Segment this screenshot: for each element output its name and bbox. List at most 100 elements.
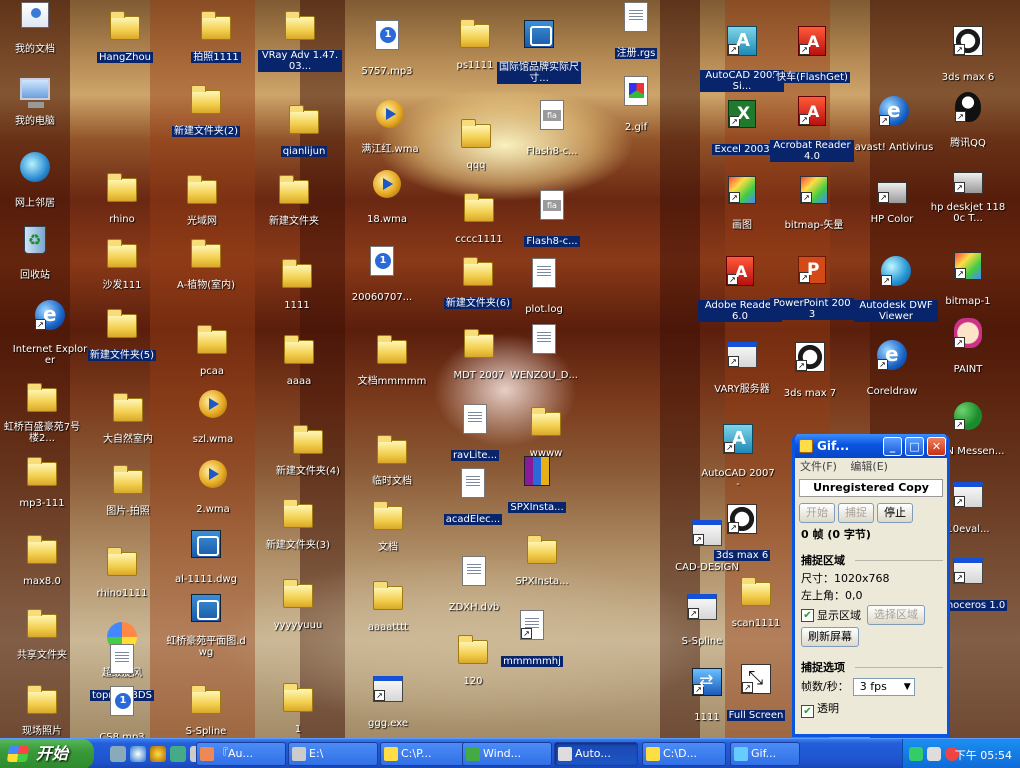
desktop-icon[interactable]: 5757.mp3 [345, 20, 429, 82]
desktop-icon[interactable]: 120 [431, 635, 515, 698]
desktop-icon[interactable]: 新建文件夹(4) [266, 425, 350, 488]
desktop-icon[interactable]: ↗ Acrobat Reader 4.0 [770, 96, 854, 162]
desktop-icon[interactable]: ↗ HP Color [850, 176, 934, 238]
desktop-icon[interactable]: 回收站 [0, 226, 77, 288]
desktop-icon[interactable]: 拍照1111 [174, 11, 258, 74]
show-area-checkbox[interactable]: ✔ [801, 608, 814, 622]
desktop-icon[interactable]: 20060707... [340, 246, 424, 308]
desktop-icon[interactable]: 文档 [346, 501, 430, 564]
desktop-icon[interactable]: ↗ hp deskjet 1180c T... [926, 166, 1010, 228]
desktop-icon[interactable]: ↗ 快车(FlashGet) [770, 26, 854, 88]
explorer-quicklaunch-icon[interactable] [170, 746, 186, 762]
tray-network-icon[interactable] [909, 747, 923, 761]
refresh-screen-button[interactable]: 刷新屏幕 [801, 627, 859, 647]
desktop-icon[interactable]: aaaa [257, 335, 341, 398]
close-button[interactable]: ✕ [927, 437, 946, 456]
desktop-icon[interactable]: ↗ PowerPoint 2003 [770, 256, 854, 320]
desktop-icon[interactable]: 满江红.wma [348, 100, 432, 162]
taskbar-button[interactable]: E:\ [288, 742, 378, 766]
transparent-checkbox[interactable]: ✔ [801, 705, 814, 718]
desktop-icon[interactable]: szl.wma [171, 390, 255, 452]
desktop-icon[interactable]: 2.wma [171, 460, 255, 522]
desktop-icon[interactable]: 共享文件夹 [0, 609, 84, 672]
desktop-icon[interactable]: ↗ 3ds max 7 [768, 342, 852, 404]
desktop-icon[interactable]: 图片-拍照 [86, 465, 170, 528]
desktop-icon[interactable]: ↗ 腾讯QQ [926, 92, 1010, 154]
desktop-icon[interactable]: 我的文档 [0, 2, 77, 64]
desktop-icon[interactable]: 临时文档 [350, 435, 434, 498]
desktop-icon[interactable]: 1 [256, 683, 340, 746]
desktop-icon[interactable]: plot.log [502, 258, 586, 320]
desktop-icon[interactable]: aaaatttt [346, 581, 430, 644]
desktop-icon[interactable]: pcaa [170, 325, 254, 388]
start-button[interactable]: 开始 [0, 739, 94, 768]
desktop-icon[interactable]: ↗ 3ds max 6 [926, 26, 1010, 88]
desktop-icon[interactable]: 虹桥豪苑平面图.dwg [164, 594, 248, 658]
desktop-icon[interactable]: 沙发111 [80, 239, 164, 302]
desktop-icon[interactable]: ZDXH.dvb [432, 556, 516, 618]
desktop-icon[interactable]: ↗ avast! Antivirus [852, 96, 936, 158]
menu-edit[interactable]: 编辑(E) [850, 460, 888, 473]
desktop-icon[interactable]: 新建文件夹(5) [80, 309, 164, 372]
maximize-button[interactable]: □ [905, 437, 924, 456]
menu-file[interactable]: 文件(F) [800, 460, 837, 473]
desktop-icon[interactable]: mp3-111 [0, 457, 84, 520]
desktop-icon[interactable]: 虹桥百盛豪苑7号楼2... [0, 383, 84, 446]
start-capture-button[interactable]: 开始 [799, 503, 835, 523]
desktop-icon[interactable]: ↗ PAINT [926, 318, 1010, 380]
desktop-icon[interactable]: qqq [434, 119, 518, 182]
desktop-icon[interactable]: rhino1111 [80, 547, 164, 610]
window-titlebar[interactable]: Gif... _ □ ✕ [795, 434, 947, 458]
desktop-icon[interactable]: 大自然室内 [86, 393, 170, 456]
desktop-icon[interactable]: al-1111.dwg [164, 530, 248, 592]
desktop-icon[interactable]: 国际馆品牌实际尺寸... [497, 20, 581, 84]
ie-quicklaunch-icon[interactable] [130, 746, 146, 762]
desktop-icon[interactable]: yyyyyuuu [256, 579, 340, 642]
desktop-icon[interactable]: max8.0 [0, 535, 84, 598]
desktop-icon[interactable]: HangZhou [83, 11, 167, 74]
tray-volume-icon[interactable] [927, 747, 941, 761]
desktop-icon[interactable]: ↗ ggg.exe [346, 676, 430, 738]
taskbar-button[interactable]: Wind... [462, 742, 552, 766]
desktop-icon[interactable]: Flash8-c... [510, 100, 594, 162]
capture-button[interactable]: 捕捉 [838, 503, 874, 523]
desktop-icon[interactable]: 我的电脑 [0, 78, 77, 140]
desktop-icon[interactable]: ↗ 3ds max 6 [700, 504, 784, 566]
desktop-icon-label: 1 [294, 724, 302, 735]
desktop-icon[interactable]: VRay Adv 1.47.03... [258, 11, 342, 74]
taskbar-button[interactable]: Gif... [730, 742, 800, 766]
desktop-icon[interactable]: ↗ bitmap-矢量 [772, 176, 856, 238]
taskbar-button[interactable]: 『Au... [196, 742, 286, 766]
desktop-icon[interactable]: A-植物(室内) [164, 239, 248, 302]
desktop-icon[interactable]: 网上邻居 [0, 152, 77, 214]
desktop-icon[interactable]: cccc1111 [437, 193, 521, 256]
desktop-icon[interactable]: Flash8-c... [510, 190, 594, 252]
desktop-icon[interactable]: WENZOU_D... [502, 324, 586, 386]
desktop-icon[interactable]: 1111 [255, 259, 339, 322]
desktop-icon[interactable]: acadElec... [431, 468, 515, 530]
desktop-icon[interactable]: 2.gif [594, 76, 678, 138]
desktop-icon[interactable]: ↗ AutoCAD 2007 - [696, 424, 780, 490]
desktop-icon[interactable]: ↗ Full Screen [714, 664, 798, 726]
desktop-icon[interactable]: ↗ bitmap-1 [926, 252, 1010, 314]
media-quicklaunch-icon[interactable] [150, 746, 166, 762]
desktop-icon[interactable]: 新建文件夹(3) [256, 499, 340, 562]
show-desktop-icon[interactable] [110, 746, 126, 762]
desktop-icon[interactable]: scan1111 [714, 577, 798, 640]
desktop-icon[interactable]: 新建文件夹 [252, 175, 336, 238]
desktop-icon[interactable]: 新建文件夹(2) [164, 85, 248, 148]
taskbar-button[interactable]: C:\D... [642, 742, 726, 766]
minimize-button[interactable]: _ [883, 437, 902, 456]
fps-select[interactable]: 3 fps [852, 678, 915, 696]
desktop-icon[interactable]: rhino [80, 173, 164, 236]
desktop-icon[interactable]: qianlijun [262, 105, 346, 168]
stop-button[interactable]: 停止 [877, 503, 913, 523]
desktop-icon[interactable]: 18.wma [345, 170, 429, 232]
desktop-icon[interactable]: 注册.rgs [594, 2, 678, 64]
desktop-icon[interactable]: 文档mmmmm [350, 335, 434, 398]
desktop-icon[interactable]: ↗ Coreldraw [850, 340, 934, 402]
taskbar-button[interactable]: Auto... [554, 742, 638, 766]
desktop-icon[interactable]: 光域网 [160, 175, 244, 238]
select-area-button[interactable]: 选择区域 [867, 605, 925, 625]
taskbar-button[interactable]: C:\P... [380, 742, 470, 766]
